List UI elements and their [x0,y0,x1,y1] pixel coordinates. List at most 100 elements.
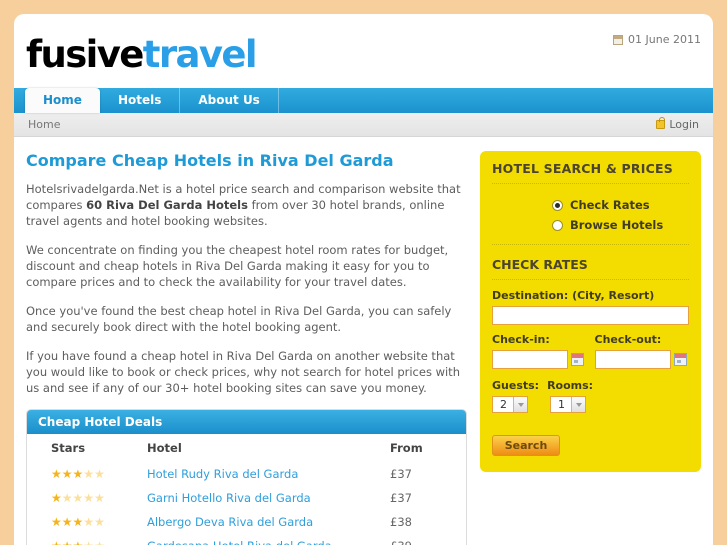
hotel-link[interactable]: Gardesana Hotel Riva del Garda [147,539,332,545]
table-header-row: Stars Hotel From [27,434,466,462]
table-row: ★★★★★ Albergo Deva Riva del Garda £38 [27,510,466,534]
intro-paragraph: Hotelsrivadelgarda.Net is a hotel price … [26,181,467,229]
lock-icon [656,117,666,129]
star-icon: ★ [83,491,95,505]
radio-option-browse-hotels[interactable]: Browse Hotels [492,215,689,235]
destination-input[interactable] [492,306,689,325]
breadcrumb[interactable]: Home [28,118,60,131]
paragraph-4: If you have found a cheap hotel in Riva … [26,349,460,395]
paragraph-2: We concentrate on finding you the cheape… [26,243,449,289]
hotel-link[interactable]: Hotel Rudy Riva del Garda [147,467,298,481]
checkout-input[interactable] [594,350,671,369]
star-icon: ★ [83,515,95,529]
checkin-input[interactable] [492,350,568,369]
current-date: 01 June 2011 [613,33,701,46]
panel-title: HOTEL SEARCH & PRICES [492,161,673,176]
star-icon: ★ [83,539,94,545]
star-rating: ★★★★★ [51,515,105,529]
cell-hotel: Hotel Rudy Riva del Garda [147,462,390,486]
star-icon: ★ [72,467,84,481]
nav-tab-home[interactable]: Home [25,88,100,113]
star-icon: ★ [83,467,95,481]
cell-hotel: Albergo Deva Riva del Garda [147,510,390,534]
star-icon: ★ [73,539,84,545]
cell-from-price: £37 [390,467,412,481]
guests-value: 2 [500,398,507,411]
cell-hotel: Gardesana Hotel Riva del Garda [147,534,390,545]
checkin-field-group: Check-in: [492,325,587,369]
star-icon: ★ [94,515,105,529]
content-wrapper: Compare Cheap Hotels in Riva Del Garda H… [14,137,713,545]
star-icon: ★ [51,539,62,545]
radio-option-check-rates[interactable]: Check Rates [492,195,689,215]
checkout-label: Check-out: [594,333,662,346]
deals-heading: Cheap Hotel Deals [27,410,466,434]
deals-table-body: ★★★★★ Hotel Rudy Riva del Garda £37 ★★★★★ Ga… [27,462,466,545]
star-icon: ★ [51,515,62,529]
star-icon: ★ [61,467,73,481]
star-icon: ★ [51,491,62,505]
rooms-select[interactable]: 1 [550,396,586,413]
column-header-from: From [390,441,423,455]
search-mode-radiogroup: Check Rates Browse Hotels [492,193,689,244]
star-icon: ★ [61,515,73,529]
hotel-link[interactable]: Albergo Deva Riva del Garda [147,515,313,529]
chevron-down-icon [513,397,527,412]
nav-tab-hotels[interactable]: Hotels [100,88,181,113]
cell-stars: ★★★★★ [27,510,147,534]
column-header-stars: Stars [51,441,86,455]
cell-stars: ★★★★★ [27,462,147,486]
divider [492,183,689,184]
destination-label: Destination: (City, Resort) [492,289,655,302]
radio-check-rates[interactable] [552,199,563,211]
divider-3 [492,279,689,280]
chevron-down-icon-rooms [571,397,585,412]
column-header-hotel: Hotel [147,441,182,455]
cell-stars: ★★★★★ [27,534,147,545]
rooms-label: Rooms: [547,379,594,392]
guests-rooms-labels: Guests: Rooms: [492,379,689,392]
rooms-value: 1 [558,398,565,411]
logo-secondary: travel [142,33,258,76]
guests-label: Guests: [492,379,540,392]
hotel-link[interactable]: Garni Hotello Riva del Garda [147,491,311,505]
cell-stars: ★★★★★ [27,486,147,510]
star-icon: ★ [94,467,105,481]
star-icon: ★ [94,491,105,505]
page-container: fusivetravel 01 June 2011 Home Hotels Ab… [14,14,713,545]
paragraph-3: Once you've found the best cheap hotel i… [26,304,452,334]
page-title: Compare Cheap Hotels in Riva Del Garda [26,151,394,170]
star-icon: ★ [94,539,105,545]
site-logo[interactable]: fusivetravel [26,33,258,76]
checkin-calendar-icon[interactable] [571,353,584,366]
calendar-icon [613,34,624,45]
radio-browse-hotels[interactable] [552,219,563,231]
nav-tab-about-us[interactable]: About Us [180,88,279,113]
star-rating: ★★★★★ [51,539,105,545]
date-fields: Check-in: Check-out: [492,325,689,369]
main-navigation: Home Hotels About Us [14,88,713,113]
star-icon: ★ [51,467,62,481]
checkout-calendar-icon[interactable] [673,353,687,366]
guests-select[interactable]: 2 [492,396,528,413]
cell-from-price: £38 [390,515,412,529]
table-row: ★★★★★ Garni Hotello Riva del Garda £37 [27,486,466,510]
sidebar-column: HOTEL SEARCH & PRICES Check Rates Browse… [480,151,701,545]
breadcrumb-bar: Home Login [14,113,713,137]
login-link[interactable]: Login [656,117,699,131]
checkin-label: Check-in: [492,333,550,346]
star-icon: ★ [62,539,73,545]
star-icon: ★ [61,491,73,505]
checkin-row [492,350,587,369]
star-rating: ★★★★★ [51,467,105,481]
hotel-search-panel: HOTEL SEARCH & PRICES Check Rates Browse… [480,151,701,472]
cheap-hotel-deals-box: Cheap Hotel Deals Stars Hotel From ★★★★★… [26,409,467,545]
site-header: fusivetravel 01 June 2011 [14,14,713,88]
divider-2 [492,244,689,245]
intro-text-bold: 60 Riva Del Garda Hotels [86,198,248,212]
main-column: Compare Cheap Hotels in Riva Del Garda H… [26,151,467,545]
deals-table: Stars Hotel From ★★★★★ Hotel Rudy Riva de… [27,434,466,545]
table-row: ★★★★★ Hotel Rudy Riva del Garda £37 [27,462,466,486]
search-button[interactable]: Search [492,435,560,456]
date-text: 01 June 2011 [628,33,701,46]
